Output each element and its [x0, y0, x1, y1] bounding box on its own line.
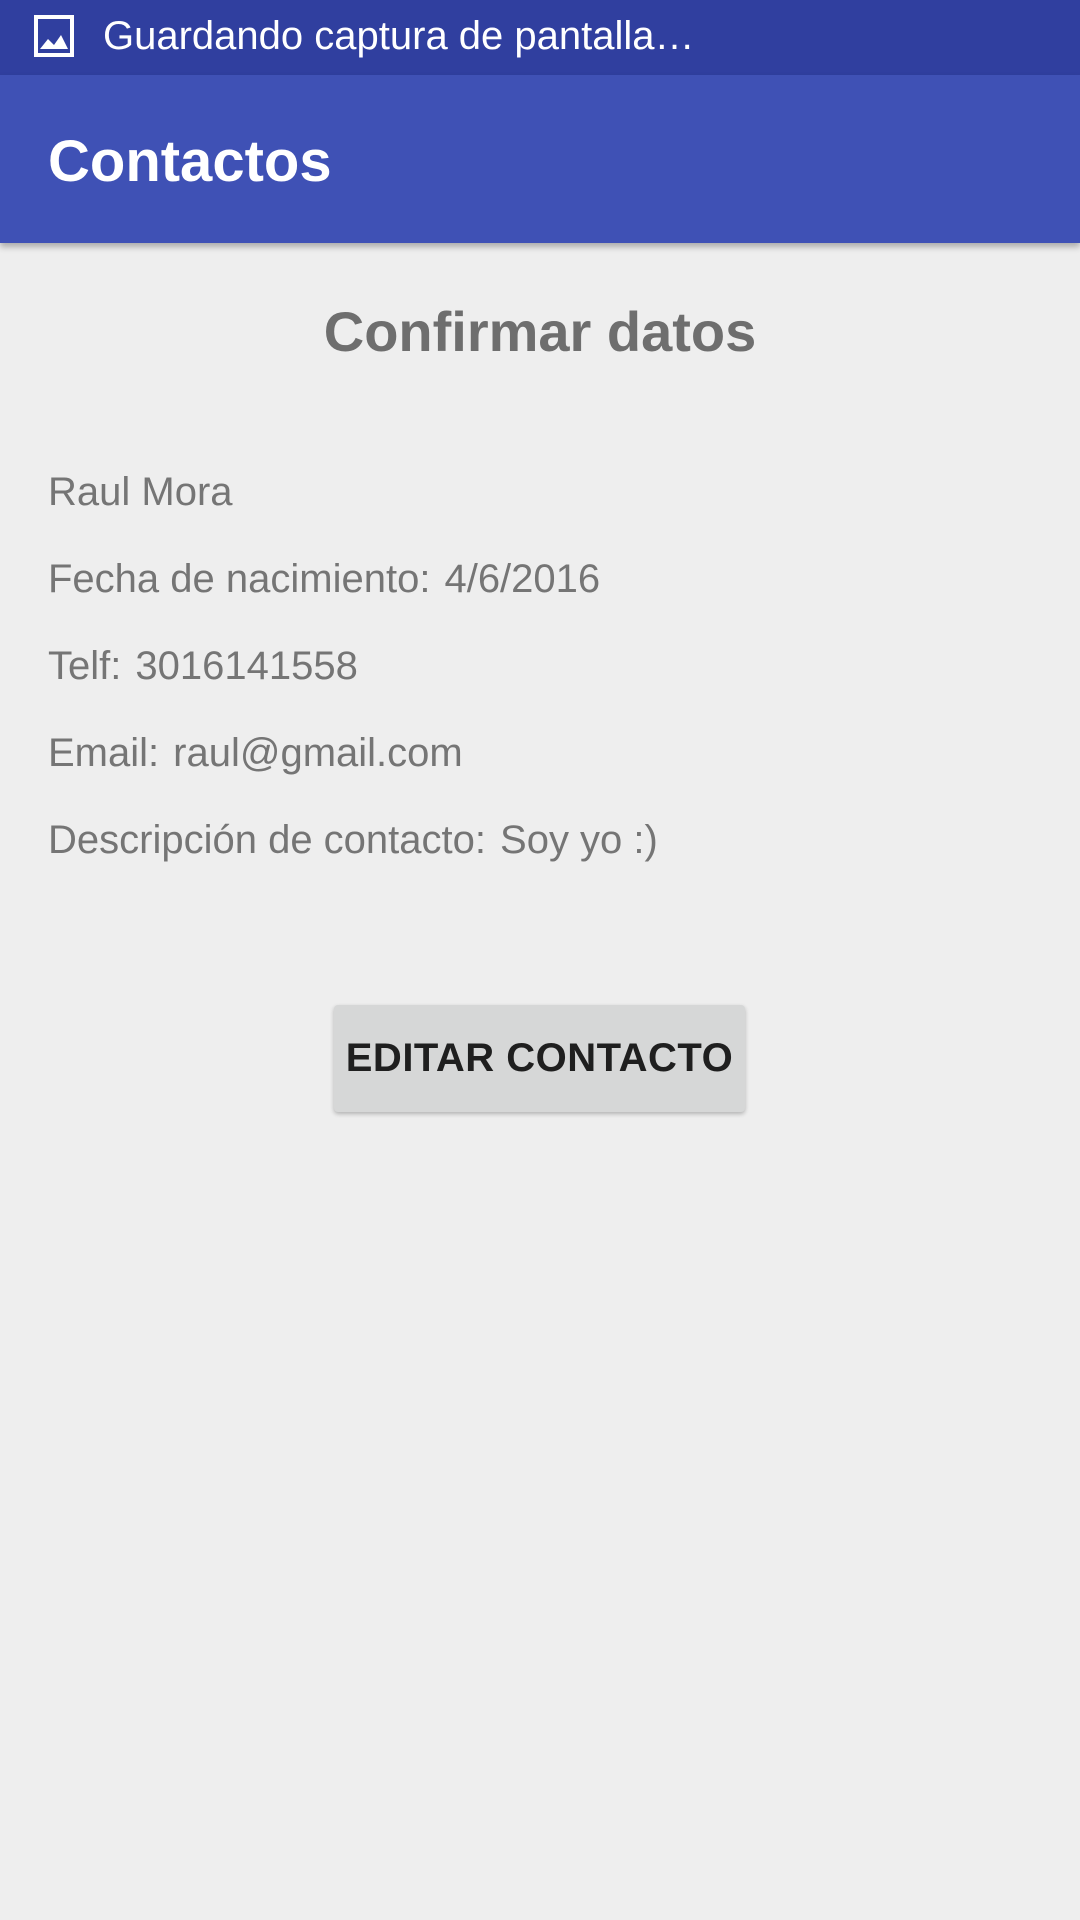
app-bar: Contactos: [0, 75, 1080, 243]
edit-contact-button[interactable]: EDITAR CONTACTO: [334, 1005, 745, 1112]
description-value: Soy yo :): [500, 818, 658, 862]
contact-name: Raul Mora: [48, 467, 233, 517]
page-title: Confirmar datos: [323, 300, 757, 363]
notification-text: Guardando captura de pantalla…: [103, 14, 695, 58]
image-icon: [34, 15, 74, 57]
email-label: Email:: [48, 731, 160, 775]
phone-row: Telf: 3016141558: [48, 641, 358, 691]
contact-name-value: Raul Mora: [48, 470, 233, 514]
app-title: Contactos: [48, 129, 332, 194]
email-value: raul@gmail.com: [173, 731, 463, 775]
phone-label: Telf:: [48, 644, 122, 688]
description-label: Descripción de contacto:: [48, 818, 487, 862]
birth-date-row: Fecha de nacimiento: 4/6/2016: [48, 554, 600, 604]
description-row: Descripción de contacto: Soy yo :): [48, 815, 658, 865]
birth-date-value: 4/6/2016: [444, 557, 601, 601]
status-bar: Guardando captura de pantalla…: [0, 0, 1080, 75]
birth-date-label: Fecha de nacimiento:: [48, 557, 431, 601]
email-row: Email: raul@gmail.com: [48, 728, 463, 778]
phone-value: 3016141558: [135, 644, 358, 688]
